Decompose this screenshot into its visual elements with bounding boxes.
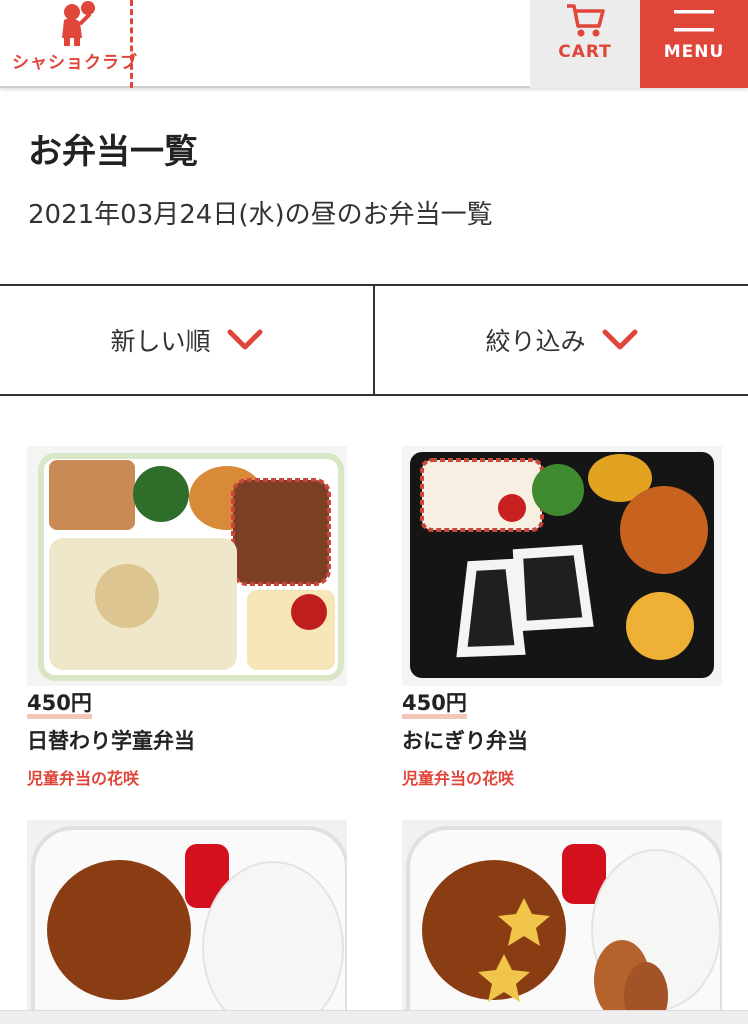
curry-photo[interactable] — [27, 820, 347, 1024]
product-card[interactable] — [402, 820, 722, 1024]
sort-filter-bar: 新しい順 絞り込み — [0, 284, 748, 396]
price: 450円 — [402, 692, 467, 719]
bento-photo[interactable] — [27, 446, 347, 686]
product-card[interactable] — [27, 820, 347, 1024]
price: 450円 — [27, 692, 92, 719]
shop-name[interactable]: 児童弁当の花咲 — [27, 765, 347, 789]
product-card[interactable]: 450円 日替わり学童弁当 児童弁当の花咲 — [27, 446, 347, 789]
bottom-bar — [0, 1010, 748, 1024]
page-subtitle: 2021年03月24日(水)の昼のお弁当一覧 — [28, 200, 493, 230]
sort-label: 新しい順 — [110, 327, 211, 356]
shop-name[interactable]: 児童弁当の花咲 — [402, 765, 722, 789]
menu-button[interactable]: MENU — [640, 0, 748, 88]
site-header: シャショクラブ CART MENU — [0, 0, 748, 88]
menu-label: MENU — [663, 42, 725, 62]
page-title: お弁当一覧 — [28, 132, 198, 172]
product-card[interactable]: 450円 おにぎり弁当 児童弁当の花咲 — [402, 446, 722, 789]
bento-photo[interactable] — [402, 446, 722, 686]
cart-icon — [567, 4, 605, 37]
logo-divider — [130, 0, 133, 88]
sort-dropdown[interactable]: 新しい順 — [0, 286, 373, 394]
hamburger-icon — [674, 10, 714, 32]
cart-label: CART — [558, 42, 612, 62]
curry-photo[interactable] — [402, 820, 722, 1024]
chevron-down-icon — [602, 329, 637, 350]
filter-label: 絞り込み — [485, 327, 586, 356]
cart-button[interactable]: CART — [530, 0, 640, 88]
item-name[interactable]: 日替わり学童弁当 — [27, 725, 347, 755]
logo-text: シャショクラブ — [12, 53, 138, 73]
chevron-down-icon — [227, 329, 262, 350]
filter-dropdown[interactable]: 絞り込み — [373, 286, 748, 394]
mascot-icon — [62, 1, 95, 46]
site-logo[interactable]: シャショクラブ — [8, 0, 137, 88]
item-name[interactable]: おにぎり弁当 — [402, 725, 722, 755]
